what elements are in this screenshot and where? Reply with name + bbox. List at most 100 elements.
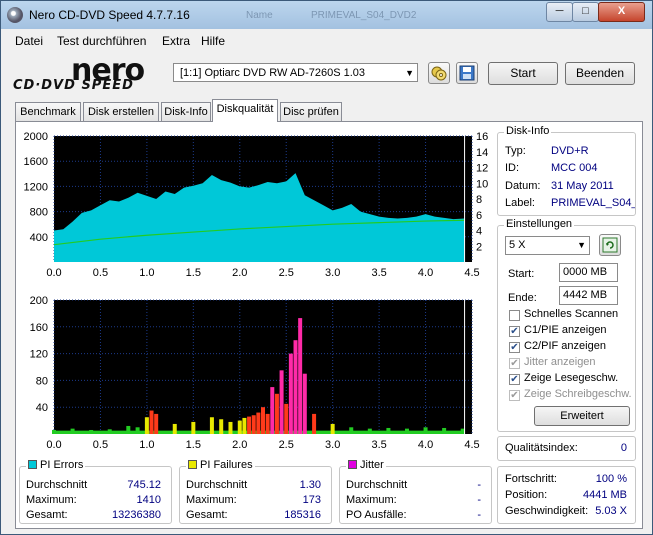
pi-failures-bar [265, 413, 270, 434]
pi-failures-bar [172, 423, 177, 434]
logo-cd-dvd-speed: CD·DVD SPEED [13, 78, 134, 93]
id-label: ID: [505, 162, 520, 174]
pi-failures-bar [288, 353, 293, 434]
start-input[interactable]: 0000 MB [559, 263, 618, 282]
pi-failures-bar [251, 415, 256, 434]
jitter-title-wrap: Jitter [346, 459, 386, 471]
x-tick-label: 3.0 [325, 267, 340, 279]
y-right-tick-label: 6 [476, 210, 482, 222]
quick-scan-checkbox[interactable] [509, 310, 520, 321]
tab-disc-pruefen[interactable]: Disc prüfen [280, 102, 342, 121]
pi-failures-bar [302, 373, 307, 434]
read-speed-checkbox[interactable]: ✔ [509, 374, 520, 385]
pi-failures-bar [228, 421, 233, 434]
menu-extra[interactable]: Extra [162, 34, 190, 48]
settings-group: Einstellungen 5 X ▼ Start: 0000 MB Ende:… [497, 218, 636, 432]
type-value: DVD+R [551, 145, 589, 157]
pi-errors-chart: 0.0 0.5 1.0 1.5 2.0 2.5 3.0 3.5 4.0 4.5 400 800 1200… [24, 131, 489, 279]
pi-failures-bar [261, 407, 265, 434]
pi-failures-total-label: Gesamt: [186, 509, 228, 521]
tab-benchmark[interactable]: Benchmark [15, 102, 81, 121]
pi-failures-bar [242, 417, 247, 434]
pi-failures-bar [154, 413, 159, 434]
refresh-drives-button[interactable] [428, 62, 450, 84]
drive-select[interactable]: [1:1] Optiarc DVD RW AD-7260S 1.03 ▼ [173, 63, 418, 82]
tab-disk-erstellen[interactable]: Disk erstellen [83, 102, 159, 121]
jitter-group: Jitter Durchschnitt - Maximum: - PO Ausf… [339, 459, 492, 524]
pi-failures-bar [386, 427, 391, 434]
x-tick-label: 4.0 [418, 439, 433, 451]
read-speed-label: Zeige Lesegeschw. [524, 372, 619, 384]
jitter-checkbox[interactable]: ✔ [509, 358, 520, 369]
write-speed-checkbox[interactable]: ✔ [509, 390, 520, 401]
pi-failures-bar [423, 427, 428, 434]
end-label: Ende: [508, 292, 537, 304]
start-button[interactable]: Start [488, 62, 558, 85]
pi-failures-group: PI Failures Durchschnitt 1.30 Maximum: 1… [179, 459, 332, 524]
jitter-avg: - [477, 479, 481, 491]
pi-failures-bar [126, 425, 131, 434]
background-window-name: PRIMEVAL_S04_DVD2 [311, 10, 417, 21]
x-tick-label: 1.0 [139, 267, 154, 279]
refresh-speed-button[interactable] [599, 234, 621, 256]
pi-failures-bar [349, 427, 354, 434]
minimize-button[interactable]: ─ [546, 2, 573, 22]
date-value: 31 May 2011 [551, 180, 614, 192]
pi-errors-max-label: Maximum: [26, 494, 77, 506]
maximize-button[interactable]: □ [572, 2, 599, 22]
menu-test[interactable]: Test durchführen [57, 34, 146, 48]
pi-errors-total-label: Gesamt: [26, 509, 68, 521]
tab-diskqualitaet[interactable]: Diskqualität [212, 99, 278, 122]
chevron-down-icon: ▼ [577, 240, 586, 250]
jitter-swatch [348, 460, 357, 469]
c2-checkbox[interactable]: ✔ [509, 342, 520, 353]
pi-failures-bar [293, 340, 298, 434]
pi-failures-title-wrap: PI Failures [186, 459, 255, 471]
speed-select[interactable]: 5 X ▼ [505, 236, 590, 255]
speed-value: 5 X [509, 239, 526, 251]
exit-button[interactable]: Beenden [565, 62, 635, 85]
tab-disk-info[interactable]: Disk-Info [161, 102, 211, 121]
pi-failures-bar [367, 428, 372, 434]
x-tick-label: 4.5 [464, 439, 479, 451]
y-right-tick-label: 2 [476, 241, 482, 253]
x-tick-label: 2.0 [232, 267, 247, 279]
y-right-tick-label: 8 [476, 194, 482, 206]
close-button[interactable]: X [598, 2, 645, 22]
y-tick-label: 120 [30, 349, 48, 361]
pi-errors-swatch [28, 460, 37, 469]
pi-errors-title-wrap: PI Errors [26, 459, 86, 471]
y-tick-label: 2000 [24, 131, 48, 143]
pi-failures-bar [89, 429, 94, 434]
y-tick-label: 80 [36, 375, 48, 387]
speed-label: Geschwindigkeit: [505, 505, 589, 517]
end-input[interactable]: 4442 MB [559, 286, 618, 305]
x-tick-label: 2.5 [279, 267, 294, 279]
menu-hilfe[interactable]: Hilfe [201, 34, 225, 48]
save-button[interactable] [456, 62, 478, 84]
pi-failures-bar [279, 370, 284, 434]
pi-failures-bar [312, 413, 317, 434]
menu-datei[interactable]: Datei [15, 34, 43, 48]
jitter-title: Jitter [360, 459, 384, 471]
floppy-icon [459, 65, 475, 81]
pi-errors-group: PI Errors Durchschnitt 745.12 Maximum: 1… [19, 459, 172, 524]
pi-failures-bar [107, 429, 112, 434]
y-tick-label: 400 [30, 232, 48, 244]
x-tick-label: 0.5 [93, 267, 108, 279]
position-label: Position: [505, 489, 548, 501]
quality-index-value: 0 [620, 442, 627, 454]
pi-failures-title: PI Failures [200, 459, 253, 471]
y-tick-label: 800 [30, 207, 48, 219]
pi-failures-chart: 0.0 0.5 1.0 1.5 2.0 2.5 3.0 3.5 4.0 4.5 40 80 120 160… [30, 295, 480, 451]
advanced-button[interactable]: Erweitert [534, 406, 630, 426]
progress-label: Fortschritt: [505, 473, 557, 485]
title-bar[interactable]: Nero CD-DVD Speed 4.7.7.16 Name PRIMEVAL… [1, 1, 652, 29]
c1-checkbox[interactable]: ✔ [509, 326, 520, 337]
pi-failures-bar [209, 417, 214, 434]
pi-failures-bar [191, 421, 196, 434]
pi-failures-avg: 1.30 [299, 479, 321, 491]
x-tick-label: 3.0 [325, 439, 340, 451]
x-tick-label: 1.0 [139, 439, 154, 451]
x-tick-label: 3.5 [371, 267, 386, 279]
